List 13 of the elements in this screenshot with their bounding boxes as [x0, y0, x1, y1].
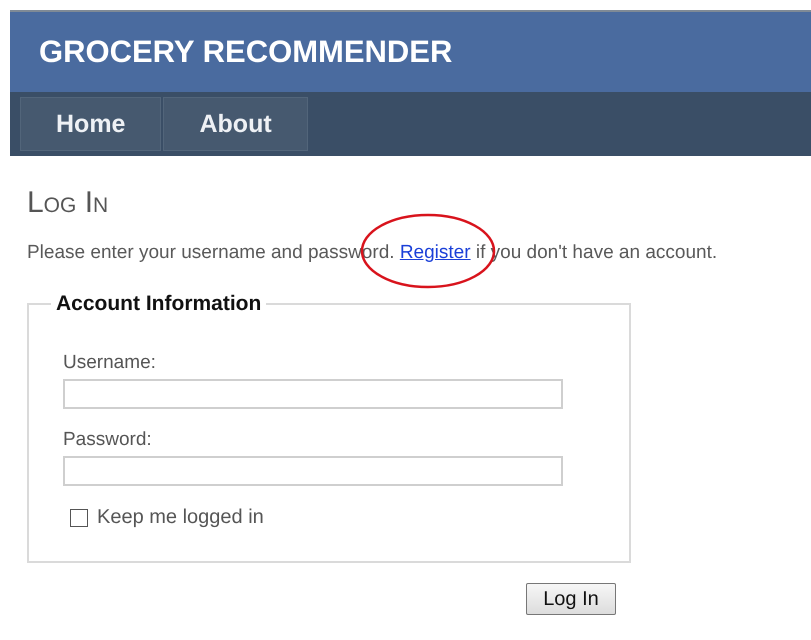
checkbox[interactable]	[70, 508, 88, 526]
panel-legend: Account Information	[51, 292, 266, 316]
input-field[interactable]	[63, 379, 563, 409]
register-link[interactable]: Register	[400, 242, 471, 263]
page-heading: Log In	[27, 188, 110, 218]
nav-tab[interactable]: Home	[20, 97, 162, 151]
nav-tab[interactable]: About	[163, 97, 308, 151]
checkbox-label: Keep me logged in	[97, 506, 264, 529]
site-title: GROCERY RECOMMENDER	[39, 34, 452, 70]
input-field[interactable]	[63, 456, 563, 486]
field-label: Password:	[63, 429, 153, 451]
field-label: Username:	[63, 352, 157, 374]
login-button[interactable]: Log In	[526, 583, 616, 615]
